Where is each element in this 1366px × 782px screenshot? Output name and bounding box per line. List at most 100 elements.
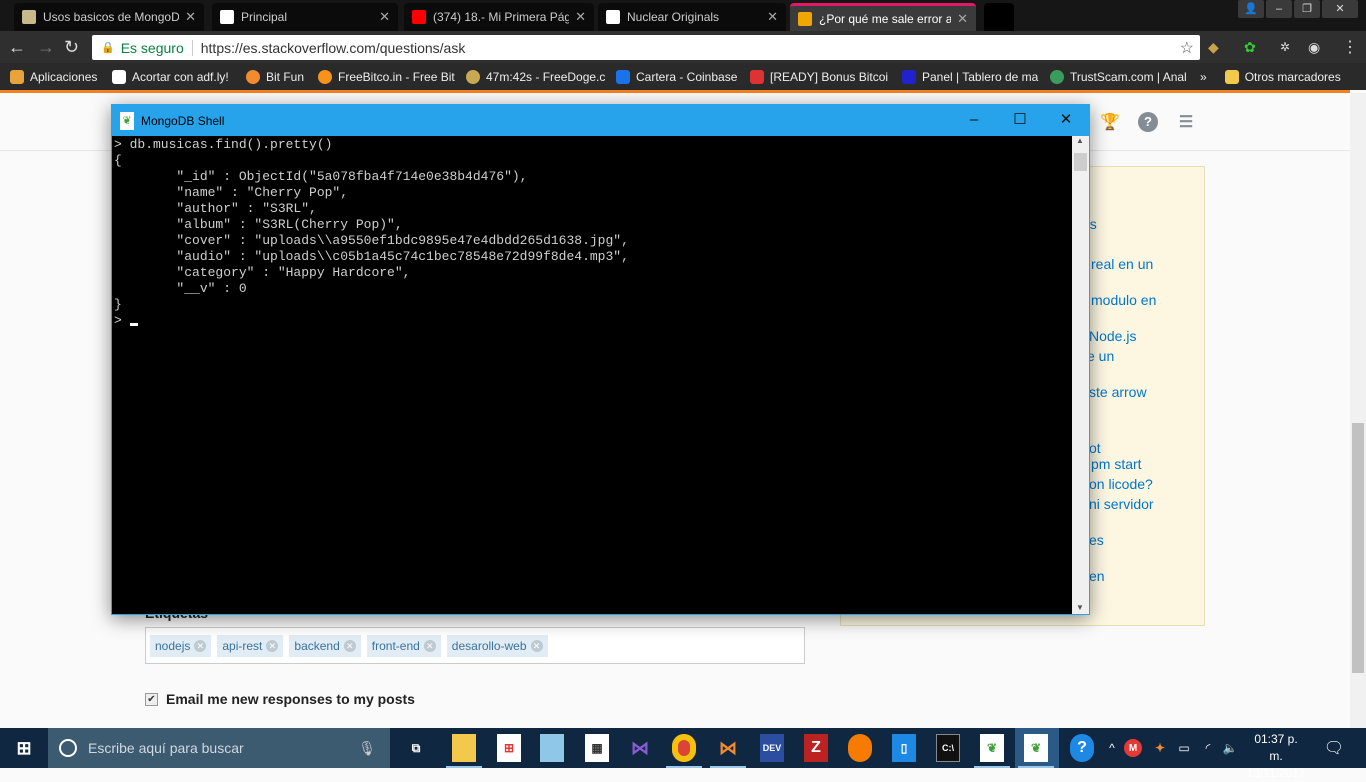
clock[interactable]: 01:37 p. m. 13/11/2017 xyxy=(1246,731,1306,782)
calculator-icon[interactable]: ▦ xyxy=(585,734,609,762)
similar-question-link[interactable]: real en un xyxy=(1091,256,1153,272)
tab-youtube[interactable]: (374) 18.- Mi Primera Pág ✕ xyxy=(404,3,594,31)
store-icon[interactable]: ⊞ xyxy=(497,734,521,762)
reload-icon[interactable]: ↻ xyxy=(64,37,79,58)
similar-question-link[interactable]: Node.js xyxy=(1089,328,1136,344)
visual-studio-icon[interactable]: ⋈ xyxy=(628,734,652,762)
scrollbar-thumb[interactable] xyxy=(1074,153,1087,171)
similar-question-link[interactable]: ste arrow xyxy=(1089,384,1147,400)
similar-question-link[interactable]: ni servidor xyxy=(1089,496,1154,512)
similar-question-link[interactable]: es xyxy=(1089,532,1104,548)
help-app-icon[interactable]: ? xyxy=(1070,734,1094,762)
similar-question-link[interactable]: modulo en xyxy=(1091,292,1156,308)
similar-question-link[interactable]: en xyxy=(1089,568,1105,584)
page-scrollbar[interactable] xyxy=(1350,93,1366,728)
remove-tag-icon[interactable]: ✕ xyxy=(194,639,207,652)
forward-icon[interactable]: → xyxy=(37,37,55,58)
firefox-icon[interactable] xyxy=(848,734,872,762)
bookmark-otros[interactable]: Otros marcadores xyxy=(1224,69,1341,84)
window-title-bar[interactable]: ❦ MongoDB Shell – ☐ ✕ xyxy=(112,105,1089,136)
shell-output[interactable]: > db.musicas.find().pretty(){ "_id" : Ob… xyxy=(114,136,1072,614)
volume-icon[interactable]: 🔈 xyxy=(1218,734,1242,762)
shell-scrollbar[interactable]: ▲ ▼ xyxy=(1072,136,1089,614)
email-responses-checkbox[interactable]: ✔ xyxy=(145,693,158,706)
minimize-button[interactable]: – xyxy=(1266,0,1292,18)
bookmark-freebitcoin[interactable]: FreeBitco.in - Free Bit xyxy=(318,69,456,84)
app-window-icon[interactable]: ▯ xyxy=(892,734,916,762)
similar-question-link[interactable]: on licode? xyxy=(1089,476,1153,492)
tag-api-rest[interactable]: api-rest ✕ xyxy=(217,634,284,657)
profile-button[interactable]: 👤 xyxy=(1238,0,1264,18)
minimize-button[interactable]: – xyxy=(951,105,997,136)
bookmark-panel[interactable]: Panel | Tablero de ma xyxy=(902,69,1040,84)
xampp-icon[interactable]: ⋈ xyxy=(710,734,746,768)
windows-start-icon[interactable]: ⊞ xyxy=(12,734,36,762)
tag-front-end[interactable]: front-end ✕ xyxy=(366,634,441,657)
close-tab-icon[interactable]: ✕ xyxy=(767,9,778,25)
bookmark-trustscam[interactable]: TrustScam.com | Anal xyxy=(1050,69,1190,84)
bookmark-bonus-bitcoin[interactable]: [READY] Bonus Bitcoi xyxy=(750,69,892,84)
tags-input[interactable]: nodejs ✕ api-rest ✕ backend ✕ front-end ✕ de… xyxy=(145,627,805,664)
maximize-button[interactable]: ☐ xyxy=(997,105,1043,136)
bookmark-coinbase[interactable]: Cartera - Coinbase xyxy=(616,69,740,84)
tag-backend[interactable]: backend ✕ xyxy=(289,634,361,657)
menu-dots-icon[interactable]: ⋮ xyxy=(1342,37,1358,57)
file-explorer-icon[interactable] xyxy=(446,734,482,768)
email-responses-label[interactable]: Email me new responses to my posts xyxy=(166,691,415,707)
close-tab-icon[interactable]: ✕ xyxy=(379,9,390,25)
similar-question-link[interactable]: pm start xyxy=(1091,456,1142,472)
battery-icon[interactable]: ▭ xyxy=(1172,734,1196,762)
bookmarks-overflow[interactable]: » xyxy=(1200,70,1207,84)
close-button[interactable]: ✕ xyxy=(1043,105,1089,136)
new-tab-button[interactable] xyxy=(984,3,1014,31)
tag-desarollo-web[interactable]: desarollo-web ✕ xyxy=(446,634,548,657)
wifi-icon[interactable]: ◜ xyxy=(1196,734,1220,762)
chrome-icon[interactable] xyxy=(666,734,702,768)
bookmark-star-icon[interactable]: ☆ xyxy=(1180,38,1194,58)
command-prompt-icon[interactable]: C:\ xyxy=(936,734,960,762)
xampp-tray-icon[interactable]: ✦ xyxy=(1148,734,1172,762)
remove-tag-icon[interactable]: ✕ xyxy=(343,639,356,652)
close-button[interactable]: ✕ xyxy=(1322,0,1358,18)
bookmark-aplicaciones[interactable]: Aplicaciones xyxy=(10,69,102,84)
tab-mongo-usos[interactable]: Usos basicos de MongoD ✕ xyxy=(14,3,204,31)
action-center-icon[interactable]: 🗨 xyxy=(1322,734,1346,762)
bookmark-bitfun[interactable]: Bit Fun xyxy=(246,69,308,84)
restore-button[interactable]: ❐ xyxy=(1294,0,1320,18)
remove-tag-icon[interactable]: ✕ xyxy=(530,639,543,652)
bookmark-adfly[interactable]: Acortar con adf.ly! xyxy=(112,69,236,84)
similar-question-link[interactable]: e un xyxy=(1087,348,1114,364)
close-tab-icon[interactable]: ✕ xyxy=(185,9,196,25)
back-icon[interactable]: ← xyxy=(8,37,26,58)
extension-green-icon[interactable]: ✿ xyxy=(1244,39,1256,56)
show-hidden-icons-chevron[interactable]: ^ xyxy=(1100,734,1124,762)
scroll-down-icon[interactable]: ▼ xyxy=(1076,603,1084,612)
close-tab-icon[interactable]: ✕ xyxy=(575,9,586,25)
scrollbar-thumb[interactable] xyxy=(1352,423,1364,673)
filezilla-icon[interactable]: Z xyxy=(804,734,828,762)
close-tab-icon[interactable]: ✕ xyxy=(957,11,968,27)
url-text[interactable]: https://es.stackoverflow.com/questions/a… xyxy=(201,40,466,56)
address-bar[interactable]: 🔒 Es seguro https://es.stackoverflow.com… xyxy=(92,35,1200,60)
achievements-trophy-icon[interactable]: 🏆 xyxy=(1100,112,1120,132)
help-icon[interactable]: ? xyxy=(1138,112,1158,132)
extension-lamborghini-icon[interactable]: ◆ xyxy=(1208,39,1219,56)
mega-icon[interactable]: M xyxy=(1124,739,1142,757)
app-icon[interactable] xyxy=(540,734,564,762)
mongodb-icon[interactable]: ❦ xyxy=(974,734,1010,768)
task-view-icon[interactable]: ⧉ xyxy=(404,734,428,762)
extension-circle-icon[interactable]: ◉ xyxy=(1308,39,1320,56)
remove-tag-icon[interactable]: ✕ xyxy=(423,639,436,652)
site-switcher-icon[interactable]: ☰ xyxy=(1176,112,1196,132)
bookmark-freedoge[interactable]: 47m:42s - FreeDoge.c xyxy=(466,69,606,84)
tag-nodejs[interactable]: nodejs ✕ xyxy=(150,634,212,657)
taskbar-search-box[interactable]: Escribe aquí para buscar 🎙 xyxy=(48,728,390,768)
scroll-up-icon[interactable]: ▲ xyxy=(1076,136,1084,145)
tab-principal[interactable]: Principal ✕ xyxy=(212,3,398,31)
remove-tag-icon[interactable]: ✕ xyxy=(266,639,279,652)
microphone-icon[interactable]: 🎙 xyxy=(358,740,376,757)
similar-question-link[interactable]: ot xyxy=(1089,440,1101,456)
extension-icon[interactable]: ✲ xyxy=(1280,40,1290,54)
devcpp-icon[interactable]: DEV xyxy=(760,734,784,762)
tab-stackoverflow-active[interactable]: ¿Por qué me sale error a ✕ xyxy=(790,3,976,31)
